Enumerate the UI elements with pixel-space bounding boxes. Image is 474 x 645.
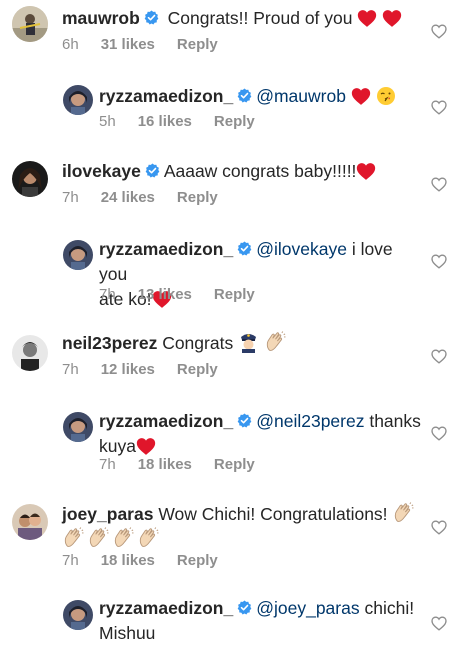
- comment-meta: 7h 18 likes Reply: [99, 456, 277, 473]
- reply-button[interactable]: Reply: [177, 361, 218, 378]
- like-heart-icon[interactable]: [431, 177, 447, 192]
- comment-meta: 7h 12 likes Reply: [62, 361, 240, 378]
- comment-time[interactable]: 7h: [99, 456, 116, 473]
- comment-likes[interactable]: 13 likes: [138, 286, 192, 303]
- comment-body: ryzzamaedizon_ @neil23perez thanks kuya: [99, 409, 424, 459]
- avatar[interactable]: [12, 504, 48, 540]
- clapping-hands-emoji-icon: [112, 527, 134, 549]
- clapping-hands-emoji-icon: [87, 527, 109, 549]
- comment-time[interactable]: 7h: [62, 361, 79, 378]
- comment-time[interactable]: 6h: [62, 36, 79, 53]
- comment-likes[interactable]: 18 likes: [138, 456, 192, 473]
- comment-time[interactable]: 5h: [99, 113, 116, 130]
- comment-meta: 7h 13 likes Reply: [99, 286, 277, 303]
- reply-button[interactable]: Reply: [177, 189, 218, 206]
- like-heart-icon[interactable]: [431, 520, 447, 535]
- comment-username[interactable]: ilovekaye: [62, 161, 141, 181]
- comment-username[interactable]: neil23perez: [62, 333, 157, 353]
- comment-text: chichi!: [359, 598, 415, 618]
- avatar[interactable]: [12, 161, 48, 197]
- comment-username[interactable]: mauwrob: [62, 8, 140, 28]
- avatar[interactable]: [12, 335, 48, 371]
- red-heart-emoji-icon: [382, 9, 402, 28]
- comment-likes[interactable]: 31 likes: [101, 36, 155, 53]
- verified-badge-icon: [237, 241, 252, 256]
- red-heart-emoji-icon: [357, 9, 377, 28]
- comment-mention[interactable]: @mauwrob: [256, 86, 346, 106]
- comment-text: Congrats!! Proud of you: [162, 8, 358, 28]
- comment-meta: 5h 16 likes Reply: [99, 113, 277, 130]
- comment-body: ilovekaye Aaaaw congrats baby!!!!!: [62, 159, 424, 184]
- comment-likes[interactable]: 18 likes: [101, 552, 155, 569]
- comment-item: ilovekaye Aaaaw congrats baby!!!!! 7h 24 l…: [0, 157, 474, 217]
- police-officer-emoji-icon: [241, 334, 257, 353]
- verified-badge-icon: [145, 163, 160, 178]
- comment-text: thanks: [364, 411, 421, 431]
- comment-time[interactable]: 7h: [99, 286, 116, 303]
- comment-likes[interactable]: 24 likes: [101, 189, 155, 206]
- red-heart-emoji-icon: [356, 162, 376, 181]
- comment-text-line-2: kuya: [99, 436, 136, 456]
- comment-likes[interactable]: 12 likes: [101, 361, 155, 378]
- like-heart-icon[interactable]: [431, 349, 447, 364]
- reply-button[interactable]: Reply: [177, 36, 218, 53]
- avatar[interactable]: [63, 240, 93, 270]
- comment-text: Wow Chichi! Congratulations!: [153, 504, 393, 524]
- comment-body: neil23perez Congrats: [62, 331, 424, 356]
- comment-body: ryzzamaedizon_ @mauwrob: [99, 84, 424, 109]
- comment-text: Congrats: [157, 333, 239, 353]
- comment-username[interactable]: ryzzamaedizon_: [99, 411, 233, 431]
- comment-body: ryzzamaedizon_ @joey_paras chichi! Mishuu: [99, 596, 424, 645]
- comment-item: joey_paras Wow Chichi! Congratulations! …: [0, 500, 474, 580]
- comment-username[interactable]: joey_paras: [62, 504, 153, 524]
- comment-time[interactable]: 7h: [62, 189, 79, 206]
- comment-mention[interactable]: @joey_paras: [256, 598, 359, 618]
- comment-body: joey_paras Wow Chichi! Congratulations!: [62, 502, 424, 552]
- avatar[interactable]: [12, 6, 48, 42]
- comment-username[interactable]: ryzzamaedizon_: [99, 598, 233, 618]
- reply-button[interactable]: Reply: [177, 552, 218, 569]
- comment-text-line-2: Mishuu: [99, 623, 156, 643]
- clapping-hands-emoji-icon: [62, 527, 84, 549]
- comment-username[interactable]: ryzzamaedizon_: [99, 86, 233, 106]
- avatar[interactable]: [63, 412, 93, 442]
- comment-meta: 7h 18 likes Reply: [62, 552, 240, 569]
- face-blowing-kiss-emoji-icon: [376, 87, 395, 105]
- comment-meta: 6h 31 likes Reply: [62, 36, 240, 53]
- comment-item: neil23perez Congrats 7h 12 likes Reply: [0, 329, 474, 389]
- comment-likes[interactable]: 16 likes: [138, 113, 192, 130]
- clapping-hands-emoji-icon: [392, 502, 414, 524]
- comment-mention[interactable]: @ilovekaye: [256, 239, 347, 259]
- comment-text: Aaaaw congrats baby!!!!!: [163, 161, 357, 181]
- clapping-hands-emoji-icon: [264, 331, 286, 353]
- comment-item: mauwrob Congrats!! Proud of you 6h 31 lik…: [0, 0, 474, 60]
- comment-username[interactable]: ryzzamaedizon_: [99, 239, 233, 259]
- comment-meta: 7h 24 likes Reply: [62, 189, 240, 206]
- comment-item: ryzzamaedizon_ @ilovekaye i love you ate k…: [0, 234, 474, 310]
- verified-badge-icon: [237, 413, 252, 428]
- comment-item: ryzzamaedizon_ @neil23perez thanks kuya 7h…: [0, 406, 474, 482]
- avatar[interactable]: [63, 85, 93, 115]
- like-heart-icon[interactable]: [431, 100, 447, 115]
- reply-button[interactable]: Reply: [214, 113, 255, 130]
- clapping-hands-emoji-icon: [137, 527, 159, 549]
- like-heart-icon[interactable]: [431, 254, 447, 269]
- comment-body: mauwrob Congrats!! Proud of you: [62, 6, 424, 31]
- comment-time[interactable]: 7h: [62, 552, 79, 569]
- like-heart-icon[interactable]: [431, 24, 447, 39]
- red-heart-emoji-icon: [351, 87, 371, 106]
- comment-item: ryzzamaedizon_ @joey_paras chichi! Mishuu: [0, 596, 474, 645]
- reply-button[interactable]: Reply: [214, 456, 255, 473]
- verified-badge-icon: [237, 600, 252, 615]
- comment-mention[interactable]: @neil23perez: [256, 411, 364, 431]
- like-heart-icon[interactable]: [431, 616, 447, 631]
- comment-item: ryzzamaedizon_ @mauwrob 5h 16 likes Reply: [0, 80, 474, 140]
- verified-badge-icon: [237, 88, 252, 103]
- avatar[interactable]: [63, 600, 93, 630]
- red-heart-emoji-icon: [136, 437, 156, 456]
- verified-badge-icon: [144, 10, 159, 25]
- like-heart-icon[interactable]: [431, 426, 447, 441]
- reply-button[interactable]: Reply: [214, 286, 255, 303]
